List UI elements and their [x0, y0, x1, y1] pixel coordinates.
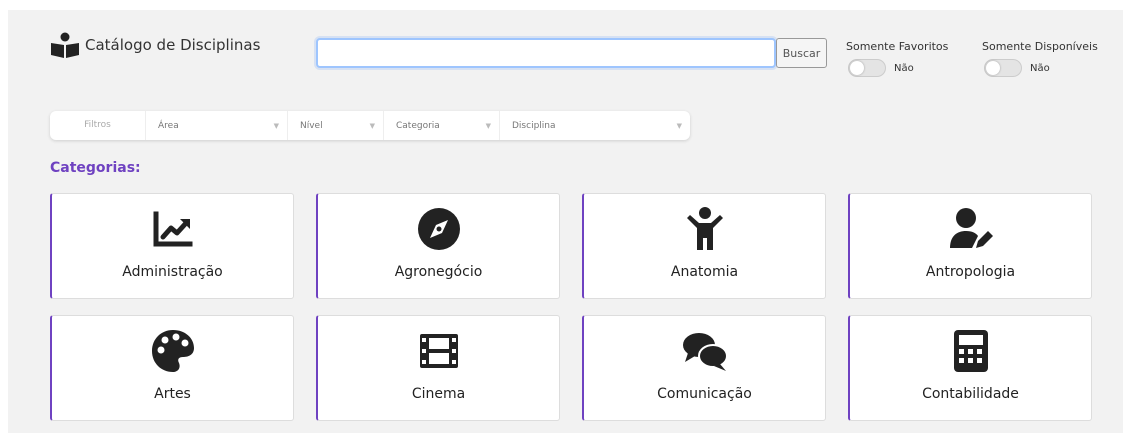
- film-icon: [419, 334, 458, 368]
- chevron-down-icon: ▼: [273, 121, 279, 130]
- filter-discipline-select[interactable]: Disciplina ▼: [500, 111, 690, 140]
- available-switch[interactable]: [984, 59, 1022, 77]
- category-grid: Administração Agronegócio Anatomia Antro…: [50, 193, 1092, 421]
- favorites-switch[interactable]: [848, 59, 886, 77]
- book-reader-icon: [51, 32, 79, 58]
- category-label: Cinema: [411, 386, 466, 402]
- switch-knob: [850, 61, 864, 75]
- toggle-available: Somente Disponíveis Não: [982, 40, 1098, 77]
- toggle-favorites: Somente Favoritos Não: [846, 40, 948, 77]
- available-state: Não: [1030, 62, 1050, 74]
- toggle-favorites-label: Somente Favoritos: [846, 40, 949, 53]
- calculator-icon: [953, 330, 988, 372]
- brand: Catálogo de Disciplinas: [50, 32, 260, 58]
- filter-area-select[interactable]: Área ▼: [146, 111, 288, 140]
- toggle-available-label: Somente Disponíveis: [982, 40, 1098, 53]
- switch-knob: [986, 61, 1000, 75]
- filter-level-select[interactable]: Nível ▼: [288, 111, 384, 140]
- filter-area-label: Área: [158, 120, 179, 131]
- filter-category-label: Categoria: [396, 120, 440, 131]
- filter-bar: Filtros Área ▼ Nível ▼ Categoria ▼ Disci…: [50, 111, 690, 140]
- category-card-antropologia[interactable]: Antropologia: [848, 193, 1092, 299]
- filter-category-select[interactable]: Categoria ▼: [384, 111, 500, 140]
- category-label: Anatomia: [670, 264, 739, 280]
- chevron-down-icon: ▼: [369, 121, 375, 130]
- category-label: Antropologia: [925, 264, 1016, 280]
- favorites-state: Não: [894, 62, 914, 74]
- app-title: Catálogo de Disciplinas: [85, 36, 261, 54]
- category-card-anatomia[interactable]: Anatomia: [582, 193, 826, 299]
- compass-icon: [417, 208, 460, 250]
- category-card-agronegocio[interactable]: Agronegócio: [316, 193, 560, 299]
- comments-icon: [682, 333, 728, 371]
- child-icon: [686, 207, 723, 250]
- category-card-administracao[interactable]: Administração: [50, 193, 294, 299]
- category-card-cinema[interactable]: Cinema: [316, 315, 560, 421]
- category-label: Agronegócio: [394, 264, 483, 280]
- page-container: Catálogo de Disciplinas Buscar Somente F…: [8, 10, 1123, 433]
- category-card-artes[interactable]: Artes: [50, 315, 294, 421]
- filter-level-label: Nível: [300, 120, 323, 131]
- palette-icon: [151, 330, 194, 372]
- section-title: Categorias:: [50, 160, 141, 176]
- category-label: Contabilidade: [922, 386, 1019, 402]
- filter-discipline-label: Disciplina: [512, 120, 556, 131]
- category-label: Comunicação: [657, 386, 752, 402]
- chevron-down-icon: ▼: [676, 121, 682, 130]
- category-label: Artes: [154, 386, 191, 402]
- chart-line-icon: [153, 211, 192, 247]
- category-card-comunicacao[interactable]: Comunicação: [582, 315, 826, 421]
- search-input[interactable]: [316, 38, 776, 68]
- category-label: Administração: [122, 264, 223, 280]
- chevron-down-icon: ▼: [485, 121, 491, 130]
- filters-label: Filtros: [50, 111, 146, 140]
- search-button[interactable]: Buscar: [776, 38, 827, 68]
- category-card-contabilidade[interactable]: Contabilidade: [848, 315, 1092, 421]
- user-pen-icon: [949, 208, 993, 248]
